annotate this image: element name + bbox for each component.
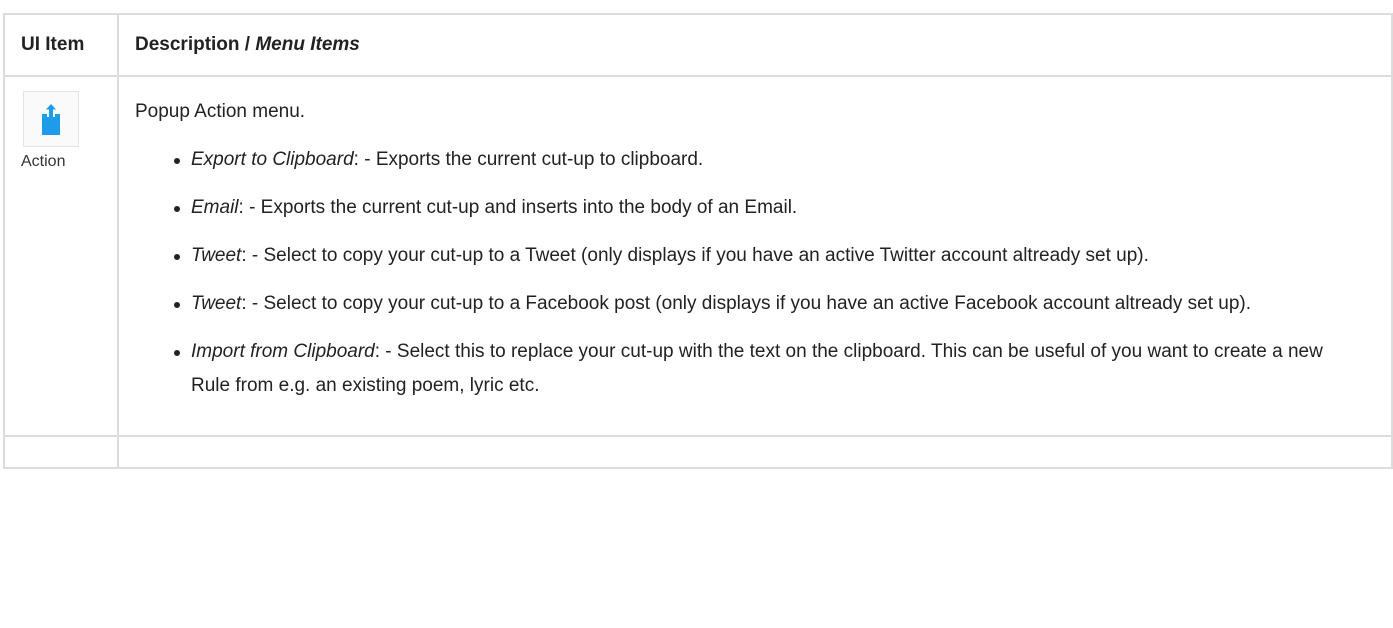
description-cell: [117, 435, 1393, 469]
menu-item-name: Tweet: [191, 245, 242, 266]
description-cell: Popup Action menu. Export to Clipboard: …: [117, 75, 1393, 437]
menu-item-name: Export to Clipboard: [191, 149, 354, 170]
header-menu-items: Menu Items: [255, 34, 360, 55]
action-item-label: Action: [21, 153, 66, 170]
menu-item-description: : - Select to copy your cut-up to a Twee…: [241, 245, 1149, 266]
menu-item-facebook-post: Tweet: - Select to copy your cut-up to a…: [174, 287, 1361, 321]
menu-item-description: : - Exports the current cut-up to clipbo…: [353, 149, 704, 170]
share-export-icon: [23, 91, 79, 147]
menu-item-import-from-clipboard: Import from Clipboard: - Select this to …: [174, 335, 1361, 403]
menu-item-name: Import from Clipboard: [191, 341, 375, 362]
menu-item-tweet: Tweet: - Select to copy your cut-up to a…: [174, 239, 1361, 273]
table-row: [3, 435, 1393, 469]
item-cell: [3, 435, 119, 469]
menu-item-name: Tweet: [191, 293, 242, 314]
description-intro: Popup Action menu.: [135, 101, 306, 122]
table-row: Action Popup Action menu. Export to Clip…: [3, 75, 1393, 437]
menu-item-description: : - Exports the current cut-up and inser…: [238, 197, 798, 218]
ui-items-table: UI Item Description / Menu Items Action …: [3, 13, 1393, 469]
header-ui-item: UI Item: [3, 13, 119, 77]
menu-item-description: : - Select to copy your cut-up to a Face…: [241, 293, 1251, 314]
menu-item-name: Email: [191, 197, 239, 218]
header-description-prefix: Description /: [135, 34, 256, 55]
header-description: Description / Menu Items: [117, 13, 1393, 77]
menu-item-email: Email: - Exports the current cut-up and …: [174, 191, 1361, 225]
menu-item-export-to-clipboard: Export to Clipboard: - Exports the curre…: [174, 143, 1361, 177]
menu-items-list: Export to Clipboard: - Exports the curre…: [135, 143, 1361, 403]
item-cell: Action: [3, 75, 119, 437]
table-header-row: UI Item Description / Menu Items: [3, 13, 1393, 77]
